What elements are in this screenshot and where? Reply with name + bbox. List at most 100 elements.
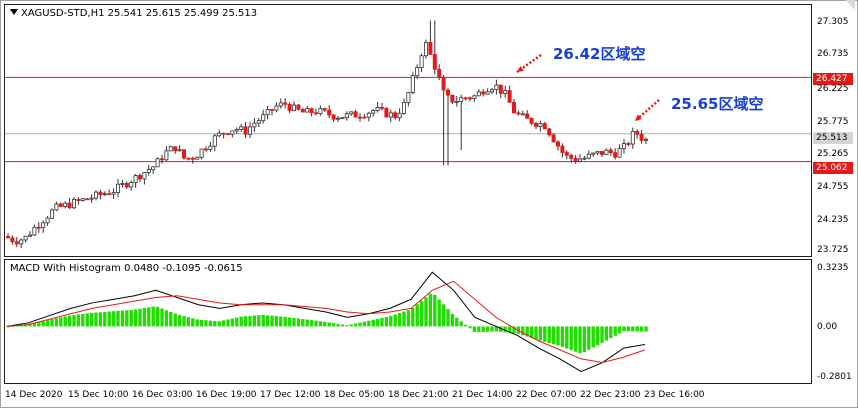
candle-body bbox=[384, 107, 389, 118]
histogram-bar bbox=[397, 313, 402, 327]
candle-body bbox=[423, 41, 428, 57]
price-chart-pane[interactable]: XAGUSD-STD,H1 25.541 25.615 25.499 25.51… bbox=[4, 4, 812, 257]
histogram-bar bbox=[587, 326, 591, 350]
candle-body bbox=[467, 97, 472, 100]
candle-body bbox=[573, 157, 578, 162]
histogram-bar bbox=[635, 326, 639, 332]
candle-body bbox=[419, 55, 424, 68]
candle-body bbox=[357, 116, 362, 119]
histogram-bar bbox=[208, 320, 213, 327]
candle-body bbox=[199, 148, 204, 158]
candle-body bbox=[287, 103, 292, 111]
histogram-bar bbox=[257, 315, 261, 327]
histogram-bar bbox=[186, 317, 191, 327]
histogram-bar bbox=[595, 326, 600, 346]
histogram-bar bbox=[622, 326, 626, 332]
time-tick: 14 Dec 2020 bbox=[5, 390, 63, 400]
candle-body bbox=[225, 133, 230, 135]
histogram-bar bbox=[485, 326, 490, 332]
histogram-bar bbox=[314, 320, 318, 327]
histogram-bar bbox=[560, 326, 565, 347]
histogram-bar bbox=[41, 320, 45, 327]
histogram-bar bbox=[252, 315, 257, 327]
histogram-bar bbox=[89, 312, 94, 327]
candle-body bbox=[353, 111, 358, 118]
bid-price-tag: 25.513 bbox=[813, 132, 853, 144]
candle-body bbox=[538, 123, 543, 127]
candle-body bbox=[432, 54, 437, 70]
candle-body bbox=[89, 197, 94, 200]
candle-body bbox=[617, 148, 622, 158]
histogram-bar bbox=[411, 307, 415, 327]
candle-body bbox=[27, 234, 32, 237]
histogram-bar bbox=[226, 319, 230, 327]
candle-body bbox=[520, 113, 525, 116]
candle-body bbox=[608, 149, 613, 154]
histogram-bar bbox=[353, 323, 358, 327]
histogram-bar bbox=[424, 297, 428, 327]
candle-body bbox=[212, 135, 217, 147]
candle-body bbox=[591, 152, 596, 155]
histogram-bar bbox=[116, 310, 120, 327]
histogram-bar bbox=[213, 320, 217, 327]
candle-body bbox=[393, 112, 398, 119]
time-tick: 18 Dec 05:00 bbox=[324, 390, 385, 400]
candle-body bbox=[445, 89, 450, 96]
histogram-bar bbox=[221, 320, 226, 327]
dropdown-triangle-icon[interactable] bbox=[10, 9, 18, 15]
candle-body bbox=[644, 138, 649, 141]
candle-body bbox=[349, 111, 354, 115]
candle-body bbox=[190, 157, 195, 160]
time-tick: 23 Dec 16:00 bbox=[644, 390, 705, 400]
histogram-bar bbox=[235, 317, 239, 327]
histogram-bar bbox=[455, 317, 459, 327]
histogram-bar bbox=[380, 317, 384, 327]
histogram-bar bbox=[111, 311, 116, 327]
candle-body bbox=[102, 193, 107, 196]
candle-body bbox=[85, 198, 90, 201]
histogram-bar bbox=[94, 312, 98, 327]
histogram-bar bbox=[433, 294, 437, 327]
candle-body bbox=[120, 183, 125, 185]
macd-info: MACD With Histogram 0.0480 -0.1095 -0.06… bbox=[10, 263, 243, 274]
histogram-bar bbox=[415, 304, 419, 327]
histogram-bar bbox=[556, 326, 560, 346]
histogram-bar bbox=[67, 315, 72, 327]
candle-body bbox=[379, 106, 384, 109]
candle-body bbox=[23, 235, 28, 241]
histogram-bar bbox=[349, 324, 353, 327]
candle-body bbox=[45, 217, 50, 224]
price-tick: 25.265 bbox=[817, 149, 849, 159]
candle-body bbox=[375, 106, 380, 111]
price-chart-svg bbox=[5, 20, 811, 249]
histogram-bar bbox=[182, 316, 186, 327]
histogram-bar bbox=[129, 309, 133, 327]
candle-body bbox=[441, 77, 446, 91]
candle-body bbox=[291, 104, 296, 111]
price-tick: 23.725 bbox=[817, 245, 849, 255]
histogram-bar bbox=[72, 314, 76, 327]
price-tick: 24.755 bbox=[817, 182, 849, 192]
histogram-bar bbox=[59, 317, 63, 327]
histogram-bar bbox=[54, 318, 59, 327]
macd-tick: 0.00 bbox=[817, 322, 838, 332]
candle-body bbox=[269, 109, 274, 111]
time-tick: 16 Dec 03:00 bbox=[132, 390, 193, 400]
histogram-bar bbox=[164, 310, 169, 327]
candle-body bbox=[239, 126, 244, 130]
macd-tick: -0.2801 bbox=[817, 372, 852, 382]
candle-body bbox=[80, 198, 85, 201]
time-tick: 18 Dec 21:00 bbox=[388, 390, 449, 400]
candle-body bbox=[32, 226, 37, 236]
candle-body bbox=[595, 151, 600, 154]
candle-body bbox=[63, 202, 68, 207]
histogram-bar bbox=[639, 326, 644, 332]
histogram-bar bbox=[446, 309, 450, 327]
histogram-bar bbox=[459, 321, 463, 327]
symbol-info-text: XAGUSD-STD,H1 25.541 25.615 25.499 25.51… bbox=[21, 8, 258, 19]
macd-pane[interactable]: MACD With Histogram 0.0480 -0.1095 -0.06… bbox=[4, 259, 812, 384]
candle-body bbox=[613, 152, 618, 158]
candle-body bbox=[300, 109, 305, 113]
histogram-bar bbox=[107, 311, 111, 327]
histogram-bar bbox=[177, 315, 182, 327]
